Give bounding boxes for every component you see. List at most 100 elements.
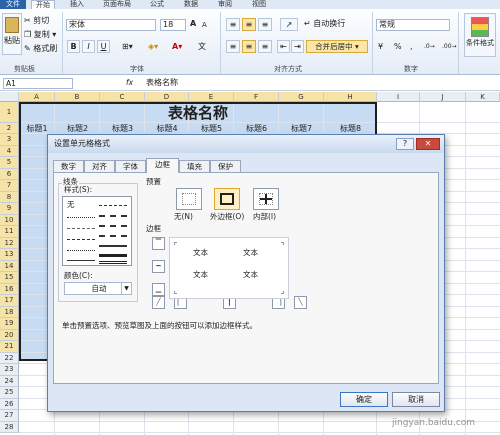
tab-formulas[interactable]: 公式 (150, 0, 164, 9)
format-painter-button[interactable]: ✎ 格式刷 (24, 44, 57, 54)
tab-insert[interactable]: 插入 (70, 0, 84, 9)
row-header-27[interactable]: 27 (0, 410, 19, 422)
row-header-8[interactable]: 8 (0, 191, 19, 203)
formula-input[interactable]: 表格名称 (144, 78, 498, 89)
align-bottom-icon[interactable]: ≡ (258, 18, 272, 31)
line-style-dash-dot-dot[interactable] (67, 250, 95, 251)
row-header-20[interactable]: 20 (0, 329, 19, 341)
preset-none-button[interactable] (176, 188, 202, 210)
phonetic-icon[interactable]: 文 (198, 42, 206, 52)
line-style-medium-dashed[interactable] (99, 235, 127, 237)
cancel-button[interactable]: 取消 (392, 392, 440, 407)
row-header-9[interactable]: 9 (0, 203, 19, 215)
line-style-dotted[interactable] (67, 217, 95, 218)
line-style-double[interactable] (99, 261, 127, 264)
row-header-13[interactable]: 13 (0, 249, 19, 261)
preset-inside-button[interactable] (253, 188, 279, 210)
line-style-slant-dash[interactable] (99, 215, 127, 217)
diagonal-up-button[interactable]: ╱ (152, 296, 165, 309)
tab-border[interactable]: 边框 (146, 158, 179, 173)
row-header-28[interactable]: 28 (0, 421, 19, 433)
border-bottom-button[interactable]: ▁ (152, 283, 165, 296)
tab-page-layout[interactable]: 页面布局 (103, 0, 131, 9)
row-header-18[interactable]: 18 (0, 306, 19, 318)
orientation-icon[interactable]: ↗ (280, 18, 298, 31)
ok-button[interactable]: 确定 (340, 392, 388, 407)
line-style-medium[interactable] (99, 245, 127, 247)
border-preview[interactable]: 文本 文本 文本 文本 (169, 237, 289, 299)
row-header-2[interactable]: 2 (0, 123, 19, 134)
column-header-b[interactable]: B (55, 92, 100, 102)
row-header-7[interactable]: 7 (0, 180, 19, 192)
header-cell[interactable]: 标题4 (145, 123, 189, 134)
underline-button[interactable]: U (97, 40, 110, 53)
column-header-j[interactable]: J (420, 92, 466, 102)
row-header-11[interactable]: 11 (0, 226, 19, 238)
line-style-list[interactable]: 无 (62, 196, 132, 266)
align-center-icon[interactable]: ≡ (242, 40, 256, 53)
row-header-24[interactable]: 24 (0, 375, 19, 387)
row-header-21[interactable]: 21 (0, 341, 19, 353)
border-icon[interactable]: ⊞▾ (122, 42, 133, 52)
row-header-10[interactable]: 10 (0, 214, 19, 226)
fill-color-icon[interactable]: ◈▾ (148, 42, 158, 52)
header-cell[interactable]: 标题2 (55, 123, 100, 134)
tab-review[interactable]: 审阅 (218, 0, 232, 9)
column-header-k[interactable]: K (466, 92, 500, 102)
font-name-select[interactable]: 宋体 (66, 19, 156, 31)
percent-icon[interactable]: % (394, 42, 402, 52)
diagonal-down-button[interactable]: ╲ (294, 296, 307, 309)
row-header-5[interactable]: 5 (0, 157, 19, 169)
border-middle-horizontal-button[interactable]: ━ (152, 260, 165, 273)
line-style-medium-dash-dot[interactable] (99, 225, 127, 227)
fx-icon[interactable]: fx (126, 78, 133, 88)
row-header-26[interactable]: 26 (0, 398, 19, 410)
row-header-25[interactable]: 25 (0, 387, 19, 399)
column-header-a[interactable]: A (19, 92, 55, 102)
align-left-icon[interactable]: ≡ (226, 40, 240, 53)
select-all-corner[interactable] (0, 92, 19, 102)
line-style-dash-dot[interactable] (67, 239, 95, 240)
comma-icon[interactable]: , (410, 42, 413, 52)
row-header-4[interactable]: 4 (0, 145, 19, 157)
column-header-i[interactable]: I (377, 92, 420, 102)
line-style-thin[interactable] (67, 260, 95, 261)
increase-decimal-icon[interactable]: .0→ (424, 42, 435, 52)
font-size-select[interactable]: 18 (160, 19, 186, 31)
line-style-thick[interactable] (99, 254, 127, 257)
line-style-dashed-thin[interactable] (67, 228, 95, 229)
column-header-f[interactable]: F (234, 92, 279, 102)
row-header-17[interactable]: 17 (0, 295, 19, 307)
header-cell[interactable]: 标题7 (279, 123, 324, 134)
row-header-12[interactable]: 12 (0, 237, 19, 249)
merge-center-button[interactable]: 合并后居中 ▾ (306, 40, 368, 53)
column-header-c[interactable]: C (100, 92, 145, 102)
header-cell[interactable]: 标题8 (324, 123, 377, 134)
row-header-23[interactable]: 23 (0, 364, 19, 376)
paste-button[interactable]: 粘贴 (2, 13, 22, 55)
align-middle-icon[interactable]: ≡ (242, 18, 256, 31)
header-cell[interactable]: 标题1 (19, 123, 55, 134)
row-header-14[interactable]: 14 (0, 260, 19, 272)
header-cell[interactable]: 标题3 (100, 123, 145, 134)
preset-outline-button[interactable] (214, 188, 240, 210)
tab-data[interactable]: 数据 (184, 0, 198, 9)
header-cell[interactable]: 标题6 (234, 123, 279, 134)
column-header-g[interactable]: G (279, 92, 324, 102)
column-header-d[interactable]: D (145, 92, 189, 102)
tab-home[interactable]: 开始 (31, 0, 55, 9)
decrease-decimal-icon[interactable]: .00→ (442, 42, 457, 52)
column-header-e[interactable]: E (189, 92, 234, 102)
row-header-6[interactable]: 6 (0, 168, 19, 180)
help-button[interactable]: ? (396, 138, 414, 150)
row-header-1[interactable]: 1 (0, 102, 19, 123)
conditional-format-button[interactable]: 条件格式 (464, 13, 496, 57)
wrap-text-button[interactable]: ↵ 自动换行 (304, 19, 345, 29)
bold-button[interactable]: B (67, 40, 80, 53)
grow-font-icon[interactable]: A (190, 19, 196, 29)
line-style-medium-dash-dot-dot[interactable] (99, 205, 127, 206)
decrease-indent-icon[interactable]: ⇤ (277, 40, 290, 53)
color-select[interactable]: 自动 ▼ (64, 282, 132, 295)
header-cell[interactable]: 标题5 (189, 123, 234, 134)
currency-icon[interactable]: ¥ (378, 42, 383, 52)
